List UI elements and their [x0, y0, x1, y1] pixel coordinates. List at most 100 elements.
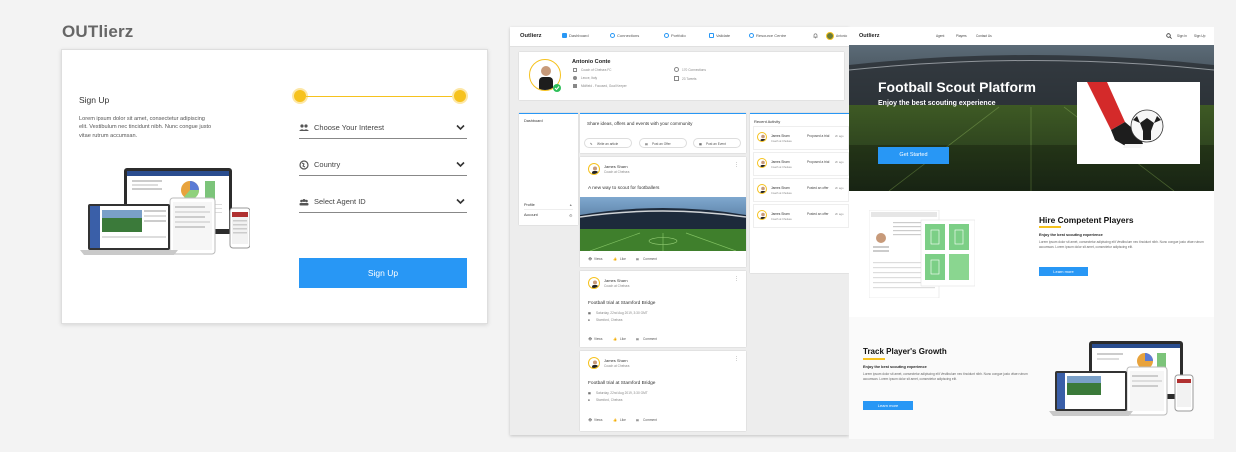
like-button[interactable]: Like: [620, 337, 626, 341]
nav-players[interactable]: Players: [956, 34, 967, 38]
country-label: Country: [314, 160, 341, 169]
hero-banner: Football Scout Platform Enjoy the best s…: [849, 45, 1214, 191]
post-author[interactable]: James Sharn: [604, 358, 628, 363]
profile-card: Antonio Conte Coach of Chelsea FC Lecce,…: [519, 52, 844, 100]
post-author-sub: Coach at Chelsea: [604, 170, 630, 174]
views-button[interactable]: Views: [594, 337, 602, 341]
post-place: Stamford, Chelsea: [596, 318, 623, 322]
profile-tweets[interactable]: 23 Tweets: [682, 77, 696, 81]
track-body: Lorem ipsum dolor sit amet, consectetur …: [863, 372, 1028, 381]
post-author-avatar: [588, 277, 600, 289]
profile-club: Coach of Chelsea FC: [581, 68, 612, 72]
user-name[interactable]: Antonio: [836, 34, 847, 38]
nav-resource-centre[interactable]: Resource Centre: [749, 33, 786, 38]
hero-title: Football Scout Platform: [878, 79, 1036, 95]
profile-connections[interactable]: 170 Connections: [682, 68, 706, 72]
country-select[interactable]: Country: [299, 156, 467, 176]
post-place: Stamford, Chelsea: [596, 398, 623, 402]
more-icon[interactable]: ⋮: [734, 162, 739, 168]
verified-badge-icon: [553, 84, 561, 92]
recent-activity-title: Recent Activity: [754, 119, 781, 124]
pencil-icon: ✎: [590, 142, 593, 146]
track-subtitle: Enjoy the best scouting experience: [863, 365, 927, 369]
like-button[interactable]: Like: [620, 257, 626, 261]
profile-name: Antonio Conte: [572, 59, 611, 65]
search-icon[interactable]: [1166, 33, 1172, 39]
activity-item[interactable]: James Sharn Coach at Chelsea Proposed a …: [753, 152, 849, 176]
more-icon[interactable]: ⋮: [734, 356, 739, 362]
step-2-indicator: [454, 90, 466, 102]
chevron-down-icon: [456, 161, 465, 168]
landing-logo[interactable]: Outlierz: [859, 33, 879, 39]
calendar-icon: ▦: [588, 391, 592, 395]
activity-action: Posted an offer: [807, 186, 829, 190]
nav-validate[interactable]: Validate: [709, 33, 730, 38]
dashboard-logo[interactable]: Outlierz: [520, 33, 542, 39]
sidebar-item-dashboard[interactable]: Dashboard: [524, 119, 543, 123]
more-icon[interactable]: ⋮: [734, 276, 739, 282]
post-title: Football trial at Stamford Bridge: [588, 381, 656, 386]
activity-name: James Sharn: [771, 134, 790, 138]
sidebar-item-profile[interactable]: Profile: [524, 203, 535, 207]
interest-select[interactable]: Choose Your Interest: [299, 119, 467, 139]
activity-action: Proposed a trial: [807, 134, 830, 138]
signup-title: Sign Up: [79, 95, 110, 105]
post-offer-button[interactable]: ▤ Post an Offer: [639, 138, 687, 148]
nav-dashboard[interactable]: Dashboard: [562, 33, 589, 38]
comment-button[interactable]: Comment: [643, 418, 657, 422]
post-author-avatar: [588, 163, 600, 175]
interest-label: Choose Your Interest: [314, 123, 385, 132]
brand-title: OUTlierz: [62, 22, 134, 41]
track-learn-more-button[interactable]: Learn more: [863, 401, 913, 410]
sign-in-link[interactable]: Sign In: [1177, 34, 1187, 38]
views-button[interactable]: Views: [594, 257, 602, 261]
hire-title: Hire Competent Players: [1039, 215, 1134, 225]
dashboard-topbar: Outlierz Dashboard Connections Portfolio…: [510, 27, 849, 47]
track-accent-line: [863, 358, 885, 360]
sign-up-button[interactable]: Sign Up: [299, 258, 467, 288]
sidebar-item-account[interactable]: Account: [524, 213, 538, 217]
nav-portfolio[interactable]: Portfolio: [664, 33, 686, 38]
stadium-image: [580, 197, 746, 251]
sign-up-link[interactable]: Sign Up: [1194, 34, 1205, 38]
comment-icon: ▤: [636, 418, 640, 422]
post-event-button[interactable]: ▦ Post an Event: [693, 138, 741, 148]
agent-icon: [299, 197, 309, 207]
like-icon: 👍: [613, 337, 617, 341]
globe-icon: [664, 33, 669, 38]
player-stats-screenshot: [869, 210, 975, 298]
nav-agent[interactable]: Agent: [936, 34, 944, 38]
activity-sub: Coach at Chelsea: [771, 140, 792, 143]
write-article-button[interactable]: ✎ Write an article: [584, 138, 632, 148]
feed-post: James Sharn Coach at Chelsea ⋮ A new way…: [580, 157, 746, 267]
nav-contact-us[interactable]: Contact Us: [976, 34, 992, 38]
post-author[interactable]: James Sharn: [604, 164, 628, 169]
grid-icon: [562, 33, 567, 38]
football-kick-image: [1077, 82, 1200, 164]
check-icon: [709, 33, 714, 38]
get-started-button[interactable]: Get Started: [878, 147, 949, 164]
post-author[interactable]: James Sharn: [604, 278, 628, 283]
activity-avatar: [757, 184, 767, 194]
comment-button[interactable]: Comment: [643, 257, 657, 261]
nav-connections[interactable]: Connections: [610, 33, 639, 38]
activity-time: 2h ago: [835, 186, 844, 190]
views-button[interactable]: Views: [594, 418, 602, 422]
user-avatar[interactable]: [826, 32, 834, 40]
comment-icon: ▤: [636, 257, 640, 261]
activity-sub: Coach at Chelsea: [771, 192, 792, 195]
agent-id-select[interactable]: Select Agent ID: [299, 193, 467, 213]
step-progress-line: [306, 96, 454, 97]
location-icon: ●: [588, 398, 590, 402]
activity-item[interactable]: James Sharn Coach at Chelsea Posted an o…: [753, 204, 849, 228]
activity-item[interactable]: James Sharn Coach at Chelsea Posted an o…: [753, 178, 849, 202]
like-button[interactable]: Like: [620, 418, 626, 422]
role-icon: [573, 84, 577, 88]
dashboard-screen: Outlierz Dashboard Connections Portfolio…: [510, 27, 849, 435]
activity-item[interactable]: James Sharn Coach at Chelsea Proposed a …: [753, 126, 849, 150]
globe-icon: [299, 160, 309, 170]
bell-icon[interactable]: [813, 33, 818, 39]
hire-learn-more-button[interactable]: Learn more: [1039, 267, 1088, 276]
agent-id-label: Select Agent ID: [314, 197, 366, 206]
comment-button[interactable]: Comment: [643, 337, 657, 341]
